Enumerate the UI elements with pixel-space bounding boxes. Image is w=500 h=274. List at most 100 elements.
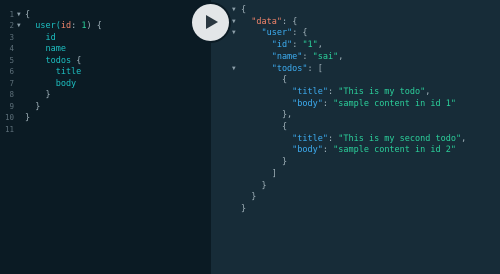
code-text: { [25, 9, 30, 21]
code-text: "body": "sample content in id 1" [241, 98, 456, 110]
code-token: : [ [307, 63, 323, 74]
code-text: "data": { [241, 16, 297, 28]
code-token: "sample content in id 2" [333, 145, 456, 156]
code-token: : { [281, 16, 298, 27]
code-text: "body": "sample content in id 2" [241, 144, 456, 156]
code-token: : [302, 51, 313, 62]
code-token: { [76, 55, 82, 66]
code-token: } [241, 192, 257, 203]
code-token: ] [241, 168, 277, 179]
code-text: { [241, 4, 246, 16]
code-text: id [25, 32, 56, 44]
code-token: : { [292, 28, 308, 39]
code-token: body [25, 78, 77, 89]
code-text: "name": "sai", [241, 51, 344, 63]
code-token: { [241, 5, 247, 15]
code-token: }, [241, 110, 293, 121]
code-token: } [25, 113, 31, 124]
code-text: } [241, 180, 267, 192]
code-text: } [25, 89, 51, 101]
code-token: "sai" [312, 51, 339, 62]
code-token: "body" [241, 145, 323, 156]
code-token: , [425, 86, 431, 97]
code-token: : [322, 98, 334, 109]
code-token: , [461, 133, 467, 144]
code-token: "data" [241, 16, 282, 27]
code-text: } [241, 203, 246, 215]
code-text: { [241, 74, 287, 86]
code-token: id [60, 21, 72, 32]
code-token: , [317, 40, 323, 51]
code-text: "id": "1", [241, 39, 323, 51]
fold-arrow-icon[interactable]: ▼ [17, 9, 21, 21]
result-viewer: ▼{▼ "data": {▼ "user": { "id": "1", "nam… [211, 0, 500, 274]
code-token: todos [25, 55, 77, 66]
fold-arrow-icon[interactable]: ▼ [232, 4, 236, 16]
code-token: } [241, 157, 288, 168]
line-number: 2 [9, 21, 14, 31]
code-token: ) { [86, 21, 102, 32]
code-text: "user": { [241, 27, 308, 39]
code-token: "title" [241, 86, 328, 97]
line-number: 1 [9, 10, 14, 19]
code-text: } [25, 112, 30, 124]
fold-arrow-icon[interactable]: ▼ [17, 20, 21, 32]
line-number: 6 [9, 67, 14, 77]
code-token: : [292, 40, 303, 51]
line-number: 4 [9, 44, 14, 54]
code-token: id [25, 32, 56, 43]
line-number: 11 [4, 124, 14, 134]
query-editor[interactable]: 1 ▼{2 ▼ user(id: 1) {3 id 4 name 5 todos {6 … [0, 0, 211, 274]
code-text: user(id: 1) { [25, 20, 102, 32]
code-token: { [241, 122, 288, 132]
code-token: "id" [241, 40, 293, 51]
code-text: title [25, 66, 82, 78]
code-text: { [241, 121, 287, 133]
code-text: "title": "This is my second todo", [241, 133, 466, 145]
code-text: } [241, 191, 256, 203]
run-query-button[interactable] [192, 4, 229, 41]
code-text: name [25, 43, 66, 55]
code-token: "sample content in id 1" [333, 98, 456, 109]
code-token: } [25, 101, 41, 112]
code-token: { [241, 75, 288, 86]
code-text: "todos": [ [241, 63, 323, 75]
code-token: "1" [302, 40, 318, 51]
code-token: title [25, 67, 82, 78]
code-token: : [328, 86, 339, 97]
code-text: } [25, 101, 40, 113]
code-text: todos { [25, 55, 81, 67]
code-token: name [25, 44, 66, 55]
code-token: "user" [241, 28, 293, 39]
line-number: 7 [9, 78, 14, 88]
code-token: "This is my todo" [338, 86, 426, 97]
code-token: "This is my second todo" [338, 133, 462, 144]
code-token: } [25, 90, 51, 101]
code-token: "todos" [241, 63, 308, 74]
code-token: { [25, 10, 31, 20]
line-number: 10 [4, 113, 14, 123]
code-text: "title": "This is my todo", [241, 86, 430, 98]
code-text: } [241, 156, 287, 168]
code-token: : [328, 133, 339, 144]
code-token: : [71, 21, 82, 32]
fold-arrow-icon[interactable]: ▼ [232, 27, 236, 39]
code-token: user( [25, 21, 61, 32]
code-text: body [25, 78, 76, 90]
play-icon [206, 15, 218, 29]
code-token: "name" [241, 51, 303, 62]
line-number: 5 [9, 55, 14, 65]
code-token: } [241, 180, 267, 191]
line-number: 8 [9, 90, 14, 100]
code-token: : [322, 145, 334, 156]
code-token: "body" [241, 98, 323, 109]
fold-arrow-icon[interactable]: ▼ [232, 63, 236, 75]
code-text: ] [241, 168, 277, 180]
code-token: } [241, 203, 247, 214]
code-token: , [338, 51, 344, 62]
line-number: 9 [9, 101, 14, 111]
code-token: "title" [241, 133, 328, 144]
fold-arrow-icon[interactable]: ▼ [232, 16, 236, 28]
line-number: 3 [9, 32, 14, 42]
code-text: }, [241, 109, 292, 121]
